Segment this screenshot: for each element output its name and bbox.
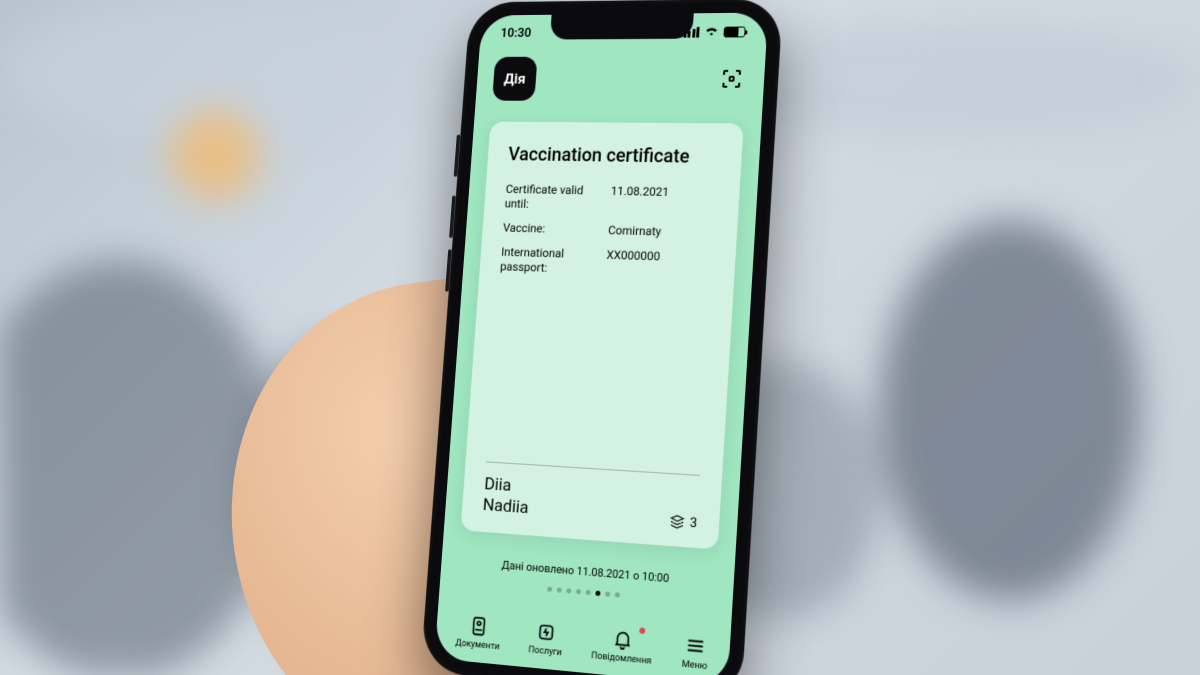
field-label: Vaccine:: [502, 220, 593, 237]
nav-documents[interactable]: Документи: [455, 613, 502, 652]
field-passport: International passport: XX000000: [500, 245, 714, 281]
services-icon: [535, 620, 558, 644]
card-title: Vaccination certificate: [508, 142, 721, 167]
card-stack-badge[interactable]: 3: [668, 513, 697, 531]
menu-icon: [684, 633, 708, 658]
field-vaccine: Vaccine: Comirnaty: [502, 220, 715, 240]
holder-name: Diia Nadiia: [482, 473, 531, 518]
nav-services[interactable]: Послуги: [528, 619, 564, 658]
field-label: International passport:: [500, 245, 592, 277]
card-fields: Certificate valid until: 11.08.2021 Vacc…: [500, 182, 718, 281]
nav-label: Послуги: [528, 645, 562, 658]
app-logo[interactable]: Дія: [492, 56, 537, 100]
nav-notifications[interactable]: Повідомлення: [591, 625, 654, 667]
bottom-nav: Документи Послуги Повідомлення: [435, 611, 730, 674]
certificate-card[interactable]: Vaccination certificate Certificate vali…: [461, 121, 744, 549]
nav-label: Документи: [455, 638, 500, 652]
holder-first-name: Diia: [484, 473, 531, 497]
field-value: Comirnaty: [608, 223, 662, 239]
stack-count: 3: [689, 514, 697, 530]
documents-icon: [468, 614, 490, 638]
stack-icon: [668, 513, 685, 531]
qr-scan-button[interactable]: [716, 63, 747, 93]
notification-badge: [639, 627, 645, 634]
phone-screen: 10:30 Дія: [434, 12, 768, 675]
wifi-icon: [704, 24, 720, 39]
qr-scan-icon: [719, 66, 744, 90]
field-valid-until: Certificate valid until: 11.08.2021: [504, 182, 718, 216]
nav-menu[interactable]: Меню: [682, 633, 710, 672]
field-label: Certificate valid until:: [504, 182, 596, 213]
app-logo-text: Дія: [503, 70, 526, 87]
nav-label: Меню: [682, 659, 708, 672]
bell-icon: [611, 626, 634, 651]
field-value: 11.08.2021: [609, 184, 669, 215]
nav-label: Повідомлення: [591, 650, 652, 666]
field-value: XX000000: [605, 247, 661, 278]
battery-icon: [723, 26, 745, 37]
status-time: 10:30: [500, 25, 531, 39]
page-indicator: [440, 577, 733, 607]
holder-last-name: Nadiia: [482, 494, 529, 518]
card-divider: [486, 460, 700, 475]
phone-frame: 10:30 Дія: [420, 0, 783, 675]
phone-notch: [550, 13, 694, 39]
